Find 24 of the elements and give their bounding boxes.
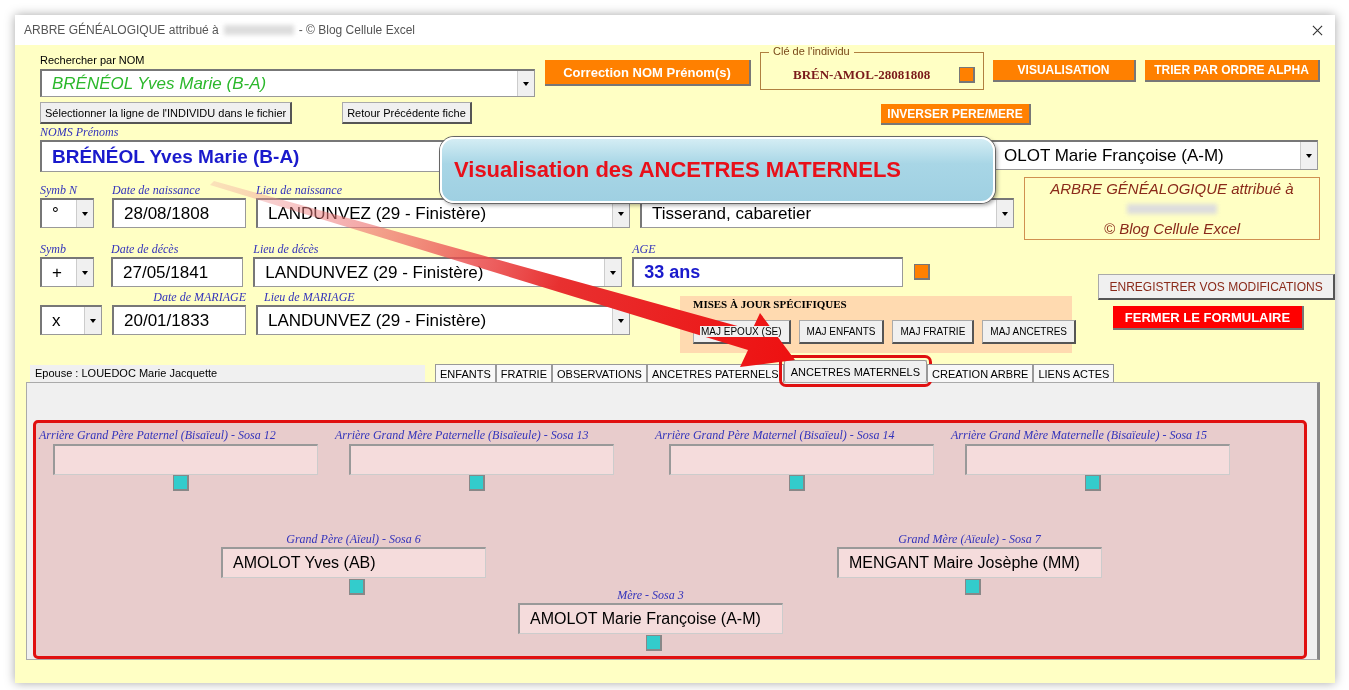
ancestor-label: Arrière Grand Mère Maternelle (Bisaïeule) - Sosa 15 bbox=[951, 428, 1209, 443]
field-label: AGE bbox=[632, 242, 657, 257]
field-label: Rechercher par NOM bbox=[40, 54, 146, 68]
ancestor-label: Grand Mère (Aïeule) - Sosa 7 bbox=[897, 532, 1042, 547]
field-label: Lieu de naissance bbox=[256, 183, 343, 198]
ancestor-label: Mère - Sosa 3 bbox=[616, 588, 685, 603]
spouse-label: Epouse : LOUEDOC Marie Jacquette bbox=[30, 365, 425, 382]
field-label: Date de naissance bbox=[112, 183, 201, 198]
info-text: © Blog Cellule Excel bbox=[1103, 220, 1241, 237]
field-label: Date de MARIAGE bbox=[152, 290, 246, 305]
info-text: ARBRE GÉNÉALOGIQUE attribué à bbox=[1050, 180, 1294, 197]
field-label: NOMS Prénoms bbox=[40, 125, 120, 140]
ancestor-label: Grand Père (Aïeul) - Sosa 6 bbox=[285, 532, 422, 547]
field-label: Symb N bbox=[40, 183, 79, 198]
field-label: Lieu de MARIAGE bbox=[263, 290, 356, 305]
field-label: Date de décès bbox=[111, 242, 180, 257]
ancestor-label: Arrière Grand Mère Paternelle (Bisaïeule) - Sosa 13 bbox=[335, 428, 590, 443]
key-value: BRÉN-AMOL-28081808 bbox=[793, 67, 931, 83]
panel-title: MISES À JOUR SPÉCIFIQUES bbox=[693, 298, 848, 312]
frame-label: Clé de l'individu bbox=[769, 45, 854, 57]
window-title: ARBRE GÉNÉALOGIQUE attribué à bbox=[24, 23, 219, 37]
window-title: - © Blog Cellule Excel bbox=[298, 23, 415, 37]
field-label: Symb bbox=[40, 242, 67, 257]
field-label: Lieu de décès bbox=[253, 242, 320, 257]
